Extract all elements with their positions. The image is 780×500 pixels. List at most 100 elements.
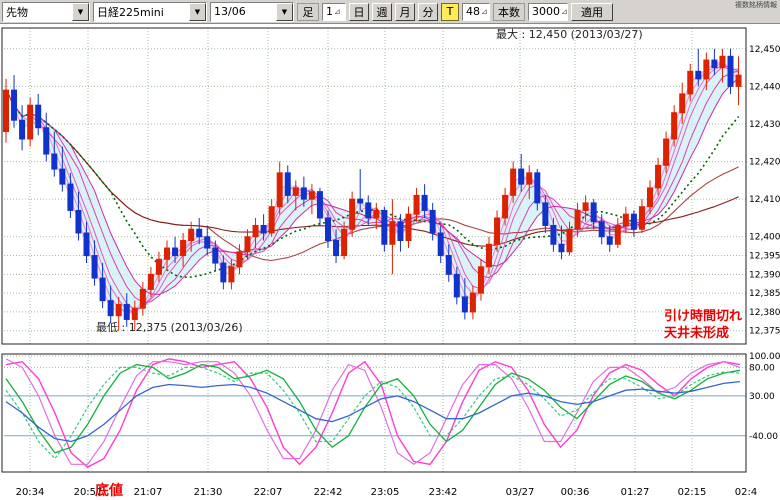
- candle-body: [382, 210, 387, 244]
- candle-body: [326, 218, 331, 241]
- candle-body: [688, 71, 693, 94]
- spinner-icon[interactable]: ⊿: [561, 7, 568, 16]
- indicator-axis-label: 80.00: [749, 363, 775, 373]
- candle-body: [567, 229, 572, 252]
- candle-body: [189, 229, 194, 240]
- candle-body: [205, 237, 210, 248]
- time-axis-label: 02:15: [678, 487, 707, 498]
- count-input[interactable]: 3000 ⊿: [528, 3, 568, 21]
- candlestick-chart[interactable]: 12,45012,44012,43012,42012,41012,40012,3…: [0, 24, 780, 500]
- indicator-axis-label: -40.00: [749, 432, 778, 442]
- candle-body: [551, 225, 556, 244]
- price-axis-label: 12,380: [749, 308, 780, 318]
- symbol-select[interactable]: 日経225mini ▼: [93, 2, 207, 22]
- count-value: 3000: [532, 5, 560, 18]
- dropdown-arrow-icon[interactable]: ▼: [189, 3, 206, 21]
- candle-body: [704, 60, 709, 79]
- rci-green-fast-line: [6, 365, 740, 453]
- price-axis-label: 12,395: [749, 252, 780, 262]
- price-axis-label: 12,375: [749, 327, 780, 337]
- candle-body: [390, 222, 395, 245]
- rci-blue-line: [6, 382, 740, 442]
- candle-body: [543, 203, 548, 226]
- candle-body: [20, 120, 25, 139]
- candle-body: [84, 233, 89, 256]
- candle-body: [527, 173, 532, 184]
- candle-body: [599, 222, 604, 237]
- candle-body: [269, 207, 274, 233]
- dropdown-arrow-icon[interactable]: ▼: [72, 3, 89, 21]
- candle-body: [342, 229, 347, 255]
- candle-body: [680, 94, 685, 113]
- candle-body: [607, 237, 612, 245]
- spinner-icon[interactable]: ⊿: [481, 7, 488, 16]
- bars-input[interactable]: 48 ⊿: [462, 3, 490, 21]
- period-minute-button[interactable]: 分: [418, 3, 438, 21]
- chart-area[interactable]: 12,45012,44012,43012,42012,41012,40012,3…: [0, 24, 780, 500]
- candle-body: [213, 248, 218, 263]
- candle-body: [696, 71, 701, 79]
- tick-button[interactable]: T: [441, 3, 459, 21]
- candle-body: [374, 210, 379, 218]
- candle-body: [720, 56, 725, 67]
- candle-body: [639, 207, 644, 230]
- bottom-price-note: 底値: [95, 483, 123, 500]
- candle-body: [478, 267, 483, 293]
- candle-body: [173, 248, 178, 256]
- interval-value: 1: [326, 5, 333, 18]
- candle-body: [76, 210, 81, 233]
- candle-body: [197, 229, 202, 237]
- candle-body: [181, 241, 186, 256]
- candle-body: [277, 173, 282, 207]
- price-axis-label: 12,420: [749, 158, 780, 168]
- candle-body: [422, 195, 427, 210]
- spinner-icon[interactable]: ⊿: [334, 7, 341, 16]
- max-annotation: 最大 : 12,450 (2013/03/27): [496, 26, 643, 42]
- period-month-button[interactable]: 月: [395, 3, 415, 21]
- candle-body: [285, 173, 290, 196]
- rci-magenta-slow-line: [6, 359, 740, 464]
- candle-body: [591, 203, 596, 222]
- dropdown-arrow-icon[interactable]: ▼: [276, 3, 293, 21]
- candle-body: [358, 199, 363, 203]
- candle-body: [454, 274, 459, 297]
- candle-body: [334, 241, 339, 256]
- candle-body: [414, 195, 419, 214]
- indicator-axis-label: 30.00: [749, 392, 775, 402]
- ashi-label: 足: [297, 3, 319, 21]
- period-week-button[interactable]: 週: [372, 3, 392, 21]
- price-axis-label: 12,440: [749, 82, 780, 92]
- toolbar: 先物 ▼ 日経225mini ▼ 13/06 ▼ 足 1 ⊿ 日 週 月 分 T…: [0, 0, 780, 24]
- candle-body: [44, 128, 49, 154]
- candle-body: [68, 184, 73, 210]
- candle-body: [438, 233, 443, 256]
- candle-body: [156, 259, 161, 274]
- time-axis-label: 22:07: [254, 487, 283, 498]
- candle-body: [100, 278, 105, 301]
- symbol-value: 日経225mini: [94, 3, 189, 21]
- period-day-button[interactable]: 日: [349, 3, 369, 21]
- candle-body: [350, 199, 355, 229]
- candle-body: [511, 169, 516, 195]
- candle-body: [664, 139, 669, 165]
- candle-body: [52, 154, 57, 169]
- category-select[interactable]: 先物 ▼: [2, 2, 90, 22]
- candle-body: [398, 222, 403, 241]
- candle-body: [470, 293, 475, 312]
- apply-button[interactable]: 適用: [571, 3, 613, 21]
- candle-body: [28, 105, 33, 139]
- candle-body: [108, 301, 113, 316]
- candle-body: [535, 173, 540, 203]
- price-axis-label: 12,400: [749, 233, 780, 243]
- price-axis-label: 12,385: [749, 289, 780, 299]
- candle-body: [462, 297, 467, 312]
- candle-body: [4, 90, 9, 131]
- interval-input[interactable]: 1 ⊿: [322, 3, 346, 21]
- contract-month-select[interactable]: 13/06 ▼: [210, 2, 294, 22]
- time-axis-label: 02:4: [735, 487, 757, 498]
- candle-body: [487, 244, 492, 267]
- category-value: 先物: [3, 3, 72, 21]
- corner-label: 複数銘柄情報: [735, 1, 779, 21]
- candle-body: [430, 210, 435, 233]
- time-axis-label: 21:07: [134, 487, 163, 498]
